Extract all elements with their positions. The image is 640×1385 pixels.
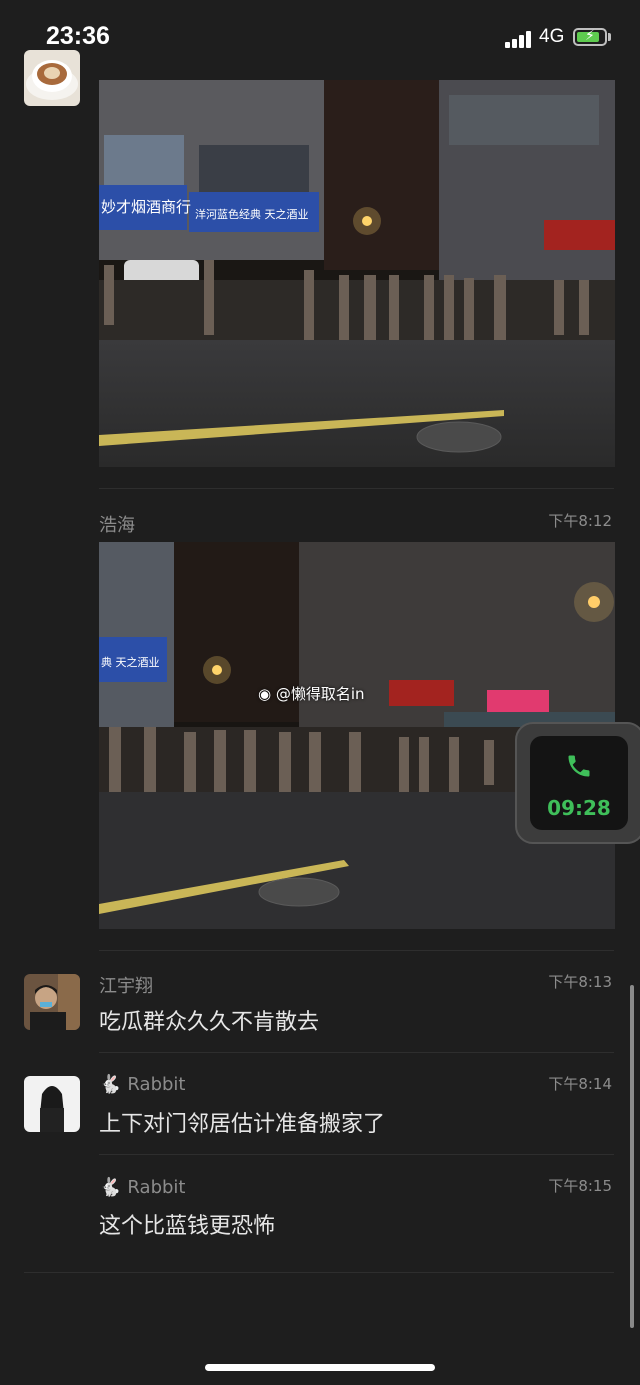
message-text[interactable]: 上下对门邻居估计准备搬家了 — [99, 1106, 385, 1138]
status-bar: 23:36 4G ⚡ — [0, 0, 640, 76]
scrollbar[interactable] — [630, 985, 634, 1328]
sender-name[interactable]: 江宇翔 — [99, 972, 153, 998]
phone-icon — [530, 752, 628, 787]
message-time: 下午8:14 — [548, 1075, 612, 1093]
avatar-jiangyuxiang[interactable] — [24, 974, 80, 1030]
sender-name-text: Rabbit — [127, 1177, 186, 1198]
avatar-rabbit[interactable] — [24, 1076, 80, 1132]
chat-photo-1[interactable]: 妙才烟酒商行 洋河蓝色经典 天之酒业 — [99, 80, 615, 467]
floating-call-widget[interactable]: 09:28 — [515, 722, 640, 844]
sender-name[interactable]: 🐇 Rabbit — [99, 1177, 185, 1198]
sender-name-text: Rabbit — [127, 1074, 186, 1095]
status-time: 23:36 — [46, 22, 110, 50]
network-type: 4G — [539, 26, 565, 47]
shop-sign-1: 妙才烟酒商行 — [101, 198, 191, 216]
message-divider — [99, 1154, 614, 1155]
message-divider — [99, 950, 614, 951]
message-divider — [99, 1052, 614, 1053]
message-divider — [99, 488, 614, 489]
avatar-coffee[interactable] — [24, 50, 80, 106]
sender-name[interactable]: 🐇 Rabbit — [99, 1074, 185, 1095]
weibo-icon: ◉ — [258, 685, 272, 703]
message-time: 下午8:13 — [548, 973, 612, 991]
rabbit-icon: 🐇 — [99, 1074, 122, 1095]
message-time: 下午8:12 — [548, 512, 612, 530]
sender-name[interactable]: 浩海 — [99, 511, 135, 537]
weibo-watermark: ◉ @懒得取名in — [258, 683, 365, 704]
signal-icon — [505, 30, 533, 48]
message-text[interactable]: 这个比蓝钱更恐怖 — [99, 1208, 275, 1240]
call-duration: 09:28 — [547, 796, 611, 820]
shop-sign-2: 洋河蓝色经典 天之酒业 — [195, 207, 309, 221]
battery-tip — [608, 33, 611, 41]
battery-icon: ⚡ — [573, 28, 607, 46]
home-indicator[interactable] — [205, 1364, 435, 1371]
watermark-text: @懒得取名in — [275, 685, 365, 703]
list-end-divider — [24, 1272, 614, 1273]
rabbit-icon: 🐇 — [99, 1177, 122, 1198]
shop-sign-3: 典 天之酒业 — [101, 655, 160, 669]
message-time: 下午8:15 — [548, 1177, 612, 1195]
message-text[interactable]: 吃瓜群众久久不肯散去 — [99, 1004, 319, 1036]
